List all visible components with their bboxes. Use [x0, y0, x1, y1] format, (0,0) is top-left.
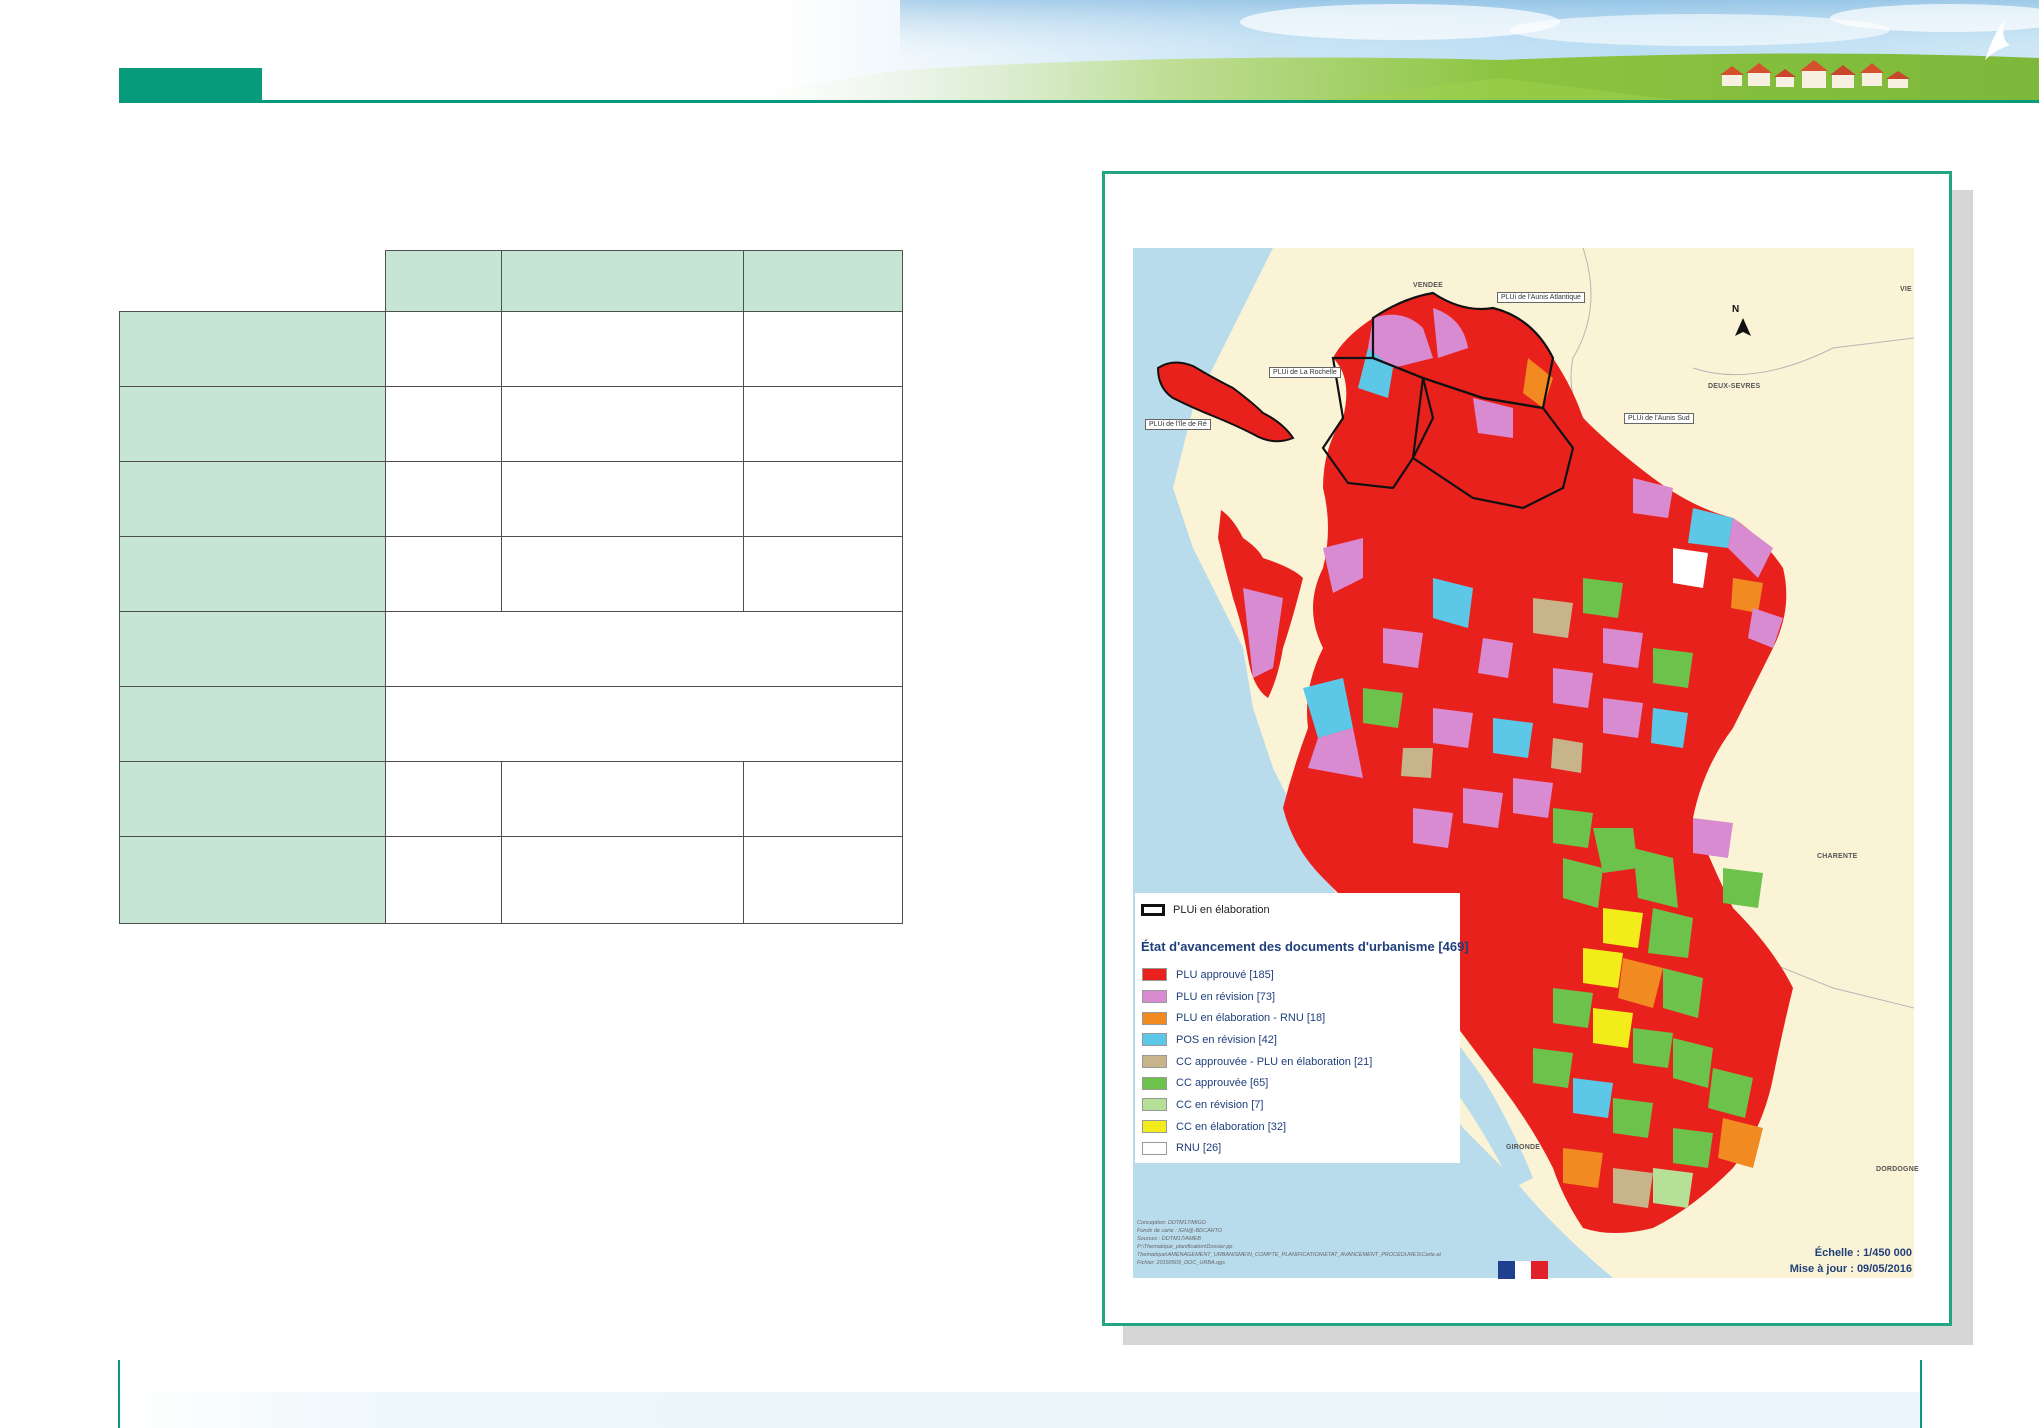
table-cell	[385, 836, 502, 924]
table-cell	[501, 836, 744, 924]
legend-swatch	[1142, 1098, 1167, 1112]
credit-line: Fonds de carte : IGN@-BDCARTO	[1137, 1228, 1223, 1234]
table-row-label	[119, 386, 386, 462]
legend-label: RNU [26]	[1176, 1142, 1222, 1155]
legend-label: CC en élaboration [32]	[1176, 1120, 1287, 1133]
legend-label: PLU en révision [73]	[1176, 990, 1276, 1003]
credit-line: Thematique\AMENAGEMENT_URBANISME\N_COMPT…	[1137, 1252, 1441, 1258]
callout-la-rochelle: PLUi de La Rochelle	[1269, 367, 1341, 378]
table-row-label	[119, 461, 386, 537]
legend-label: PLU en élaboration - RNU [18]	[1176, 1012, 1326, 1025]
header-rule	[119, 100, 2039, 103]
legend-title: État d'avancement des documents d'urbani…	[1141, 939, 1469, 954]
table-cell	[501, 386, 744, 462]
map-label-vienne: VIE	[1900, 286, 1912, 293]
republique-francaise-logo	[1498, 1261, 1549, 1279]
callout-aunis-sud: PLUi de l'Aunis Sud	[1624, 413, 1694, 424]
legend-swatch	[1142, 1076, 1167, 1090]
table-header-cell	[385, 250, 502, 312]
map-label-dordogne: DORDOGNE	[1876, 1166, 1919, 1173]
legend-swatch	[1142, 1141, 1167, 1155]
table-row-label	[119, 536, 386, 612]
footer-band	[120, 1392, 1920, 1428]
legend-swatch	[1142, 968, 1167, 982]
map-label-vendee: VENDEE	[1413, 282, 1443, 289]
legend-item: PLU en élaboration - RNU [18]	[1142, 1007, 1372, 1029]
legend-label: CC approuvée [65]	[1176, 1077, 1269, 1090]
table-cell	[743, 311, 903, 387]
table-cell	[385, 461, 502, 537]
update-date: Mise à jour : 09/05/2016	[1789, 1263, 1912, 1275]
map-label-deux-sevres: DEUX-SEVRES	[1708, 383, 1761, 390]
outline-swatch	[1141, 904, 1165, 916]
table-cell	[385, 311, 502, 387]
legend-swatch	[1142, 1011, 1167, 1025]
table-header-cell	[743, 250, 903, 312]
table-cell	[385, 386, 502, 462]
table-row-label	[119, 611, 386, 687]
callout-ile-de-re: PLUi de l'île de Ré	[1145, 419, 1211, 430]
landscape-illustration	[700, 0, 2039, 103]
header-banner	[0, 0, 2039, 103]
legend-label: CC en révision [7]	[1176, 1098, 1264, 1111]
scale-text: Échelle : 1/450 000	[1814, 1247, 1912, 1259]
map-label-charente: CHARENTE	[1817, 853, 1858, 860]
legend-item: POS en révision [42]	[1142, 1029, 1372, 1051]
table-row-label	[119, 836, 386, 924]
table-cell	[501, 761, 744, 837]
legend-label: PLU approuvé [185]	[1176, 968, 1274, 981]
map-credits: Conception: DDTM17/MIGO Fonds de carte :…	[1137, 1219, 1441, 1267]
credit-line: Sources : DDTM17/AMEB	[1137, 1236, 1201, 1242]
legend-item: CC approuvée [65]	[1142, 1072, 1372, 1094]
credit-line: Fichier: 20160509_DOC_URBA.qgs	[1137, 1260, 1226, 1266]
table-cell	[743, 461, 903, 537]
footer-rule-left	[118, 1360, 120, 1428]
legend-item: PLU en révision [73]	[1142, 986, 1372, 1008]
table-merged-cell	[385, 686, 903, 762]
table-merged-cell	[385, 611, 903, 687]
table-row-label	[119, 311, 386, 387]
section-tab	[119, 68, 262, 103]
credit-line: Conception: DDTM17/MIGO	[1137, 1220, 1207, 1226]
table-cell	[501, 311, 744, 387]
legend-item: PLU approuvé [185]	[1142, 964, 1372, 986]
map-label-gironde: GIRONDE	[1506, 1144, 1541, 1151]
table-cell	[501, 461, 744, 537]
legend-items: PLU approuvé [185] PLU en révision [73] …	[1142, 964, 1372, 1159]
table-cell	[385, 761, 502, 837]
legend-item: RNU [26]	[1142, 1138, 1372, 1160]
table-row-label	[119, 686, 386, 762]
table-cell	[743, 761, 903, 837]
legend-plui-outline: PLUi en élaboration	[1141, 904, 1270, 916]
footer-rule-right	[1920, 1360, 1922, 1428]
legend-swatch	[1142, 990, 1167, 1004]
legend-swatch	[1142, 1120, 1167, 1134]
legend-item: CC approuvée - PLU en élaboration [21]	[1142, 1051, 1372, 1073]
legend-plui-label: PLUi en élaboration	[1173, 904, 1270, 916]
legend-swatch	[1142, 1033, 1167, 1047]
north-label: N	[1732, 304, 1740, 315]
table-row-label	[119, 761, 386, 837]
legend-label: CC approuvée - PLU en élaboration [21]	[1176, 1055, 1373, 1068]
table-cell	[501, 536, 744, 612]
legend-swatch	[1142, 1055, 1167, 1069]
legend-item: CC en élaboration [32]	[1142, 1116, 1372, 1138]
table-header-cell	[501, 250, 744, 312]
callout-aunis-atlantique: PLUi de l'Aunis Atlantique	[1497, 292, 1585, 303]
table-cell	[743, 536, 903, 612]
credit-line: P:\Thematique_planification\Dossier.pp	[1137, 1244, 1233, 1250]
map-scale: Échelle : 1/450 000 Mise à jour : 09/05/…	[1740, 1245, 1912, 1277]
table-cell	[385, 536, 502, 612]
legend-label: POS en révision [42]	[1176, 1033, 1277, 1046]
table-cell	[743, 386, 903, 462]
legend-item: CC en révision [7]	[1142, 1094, 1372, 1116]
table-cell	[743, 836, 903, 924]
